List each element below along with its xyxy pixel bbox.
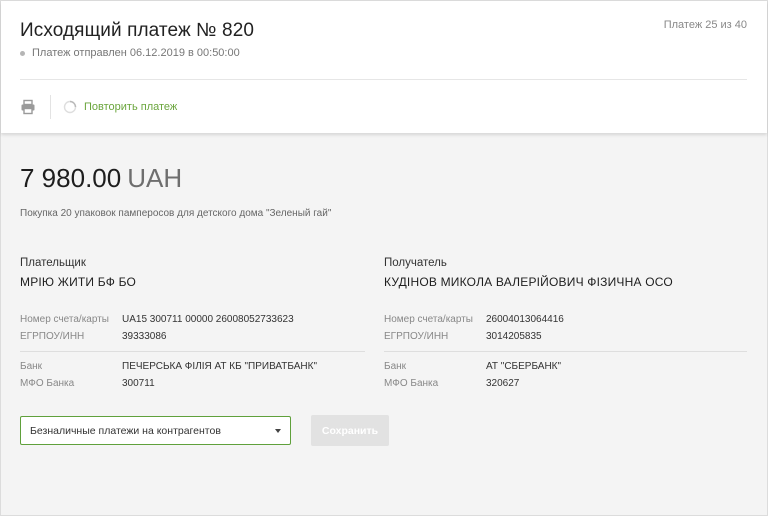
recipient-bank-value: АТ "СБЕРБАНК" bbox=[486, 361, 562, 372]
payer-section: Плательщик МРІЮ ЖИТИ БФ БО bbox=[20, 257, 365, 289]
refresh-icon bbox=[63, 100, 77, 114]
payment-status-text: Платеж отправлен 06.12.2019 в 00:50:00 bbox=[32, 47, 240, 59]
recipient-edrpou-row: ЕГРПОУ/ИНН 3014205835 bbox=[384, 331, 542, 342]
payer-divider bbox=[20, 351, 365, 352]
payment-status: Платеж отправлен 06.12.2019 в 00:50:00 bbox=[20, 47, 240, 59]
recipient-label: Получатель bbox=[384, 257, 447, 269]
header-divider bbox=[20, 79, 747, 80]
category-select[interactable]: Безналичные платежи на контрагентов bbox=[20, 416, 291, 445]
page-title: Исходящий платеж № 820 bbox=[20, 20, 255, 41]
recipient-bank-row: Банк АТ "СБЕРБАНК" bbox=[384, 361, 561, 372]
toolbar-separator bbox=[50, 95, 51, 119]
payer-edrpou-row: ЕГРПОУ/ИНН 39333086 bbox=[20, 331, 167, 342]
payment-amount: 7 980.00 UAH bbox=[20, 163, 182, 194]
recipient-edrpou-label: ЕГРПОУ/ИНН bbox=[384, 331, 449, 342]
printer-icon[interactable] bbox=[20, 99, 36, 115]
payment-details-window: Исходящий платеж № 820 Платеж отправлен … bbox=[0, 0, 768, 516]
status-dot-icon bbox=[20, 50, 25, 56]
payer-name: МРІЮ ЖИТИ БФ БО bbox=[20, 275, 137, 289]
payment-header: Исходящий платеж № 820 Платеж отправлен … bbox=[1, 1, 767, 133]
amount-currency: UAH bbox=[127, 163, 183, 193]
save-button[interactable]: Сохранить bbox=[311, 415, 389, 446]
recipient-mfo-label: МФО Банка bbox=[384, 378, 439, 389]
recipient-bank-label: Банк bbox=[384, 361, 407, 372]
repeat-payment-button[interactable]: Повторить платеж bbox=[63, 100, 177, 114]
payer-edrpou-label: ЕГРПОУ/ИНН bbox=[20, 331, 85, 342]
recipient-edrpou-value: 3014205835 bbox=[486, 331, 542, 342]
repeat-payment-label: Повторить платеж bbox=[84, 101, 178, 113]
payer-bank-row: Банк ПЕЧЕРСЬКА ФІЛІЯ АТ КБ "ПРИВАТБАНК" bbox=[20, 361, 317, 372]
payer-edrpou-value: 39333086 bbox=[122, 331, 167, 342]
recipient-name: КУДІНОВ МИКОЛА ВАЛЕРІЙОВИЧ ФІЗИЧНА ОСО bbox=[384, 275, 673, 289]
recipient-account-row: Номер счета/карты 26004013064416 bbox=[384, 314, 564, 325]
recipient-divider bbox=[384, 351, 747, 352]
payer-bank-value: ПЕЧЕРСЬКА ФІЛІЯ АТ КБ "ПРИВАТБАНК" bbox=[122, 361, 318, 372]
payment-counter: Платеж 25 из 40 bbox=[663, 19, 747, 31]
recipient-mfo-row: МФО Банка 320627 bbox=[384, 378, 519, 389]
caret-down-icon bbox=[275, 429, 281, 433]
payer-mfo-row: МФО Банка 300711 bbox=[20, 378, 155, 389]
payer-bank-label: Банк bbox=[20, 361, 43, 372]
payment-purpose: Покупка 20 упаковок памперосов для детск… bbox=[20, 208, 332, 219]
recipient-mfo-value: 320627 bbox=[486, 378, 520, 389]
amount-value: 7 980.00 bbox=[20, 163, 122, 193]
payer-mfo-label: МФО Банка bbox=[20, 378, 75, 389]
category-select-value: Безналичные платежи на контрагентов bbox=[30, 424, 221, 437]
recipient-section: Получатель КУДІНОВ МИКОЛА ВАЛЕРІЙОВИЧ ФІ… bbox=[384, 257, 747, 289]
payer-account-label: Номер счета/карты bbox=[20, 314, 109, 325]
recipient-account-value: 26004013064416 bbox=[486, 314, 564, 325]
payer-mfo-value: 300711 bbox=[122, 378, 155, 389]
toolbar: Повторить платеж bbox=[20, 93, 177, 121]
recipient-account-label: Номер счета/карты bbox=[384, 314, 473, 325]
payer-account-value: UA15 300711 00000 26008052733623 bbox=[122, 314, 294, 325]
payer-label: Плательщик bbox=[20, 257, 86, 269]
payer-account-row: Номер счета/карты UA15 300711 00000 2600… bbox=[20, 314, 294, 325]
